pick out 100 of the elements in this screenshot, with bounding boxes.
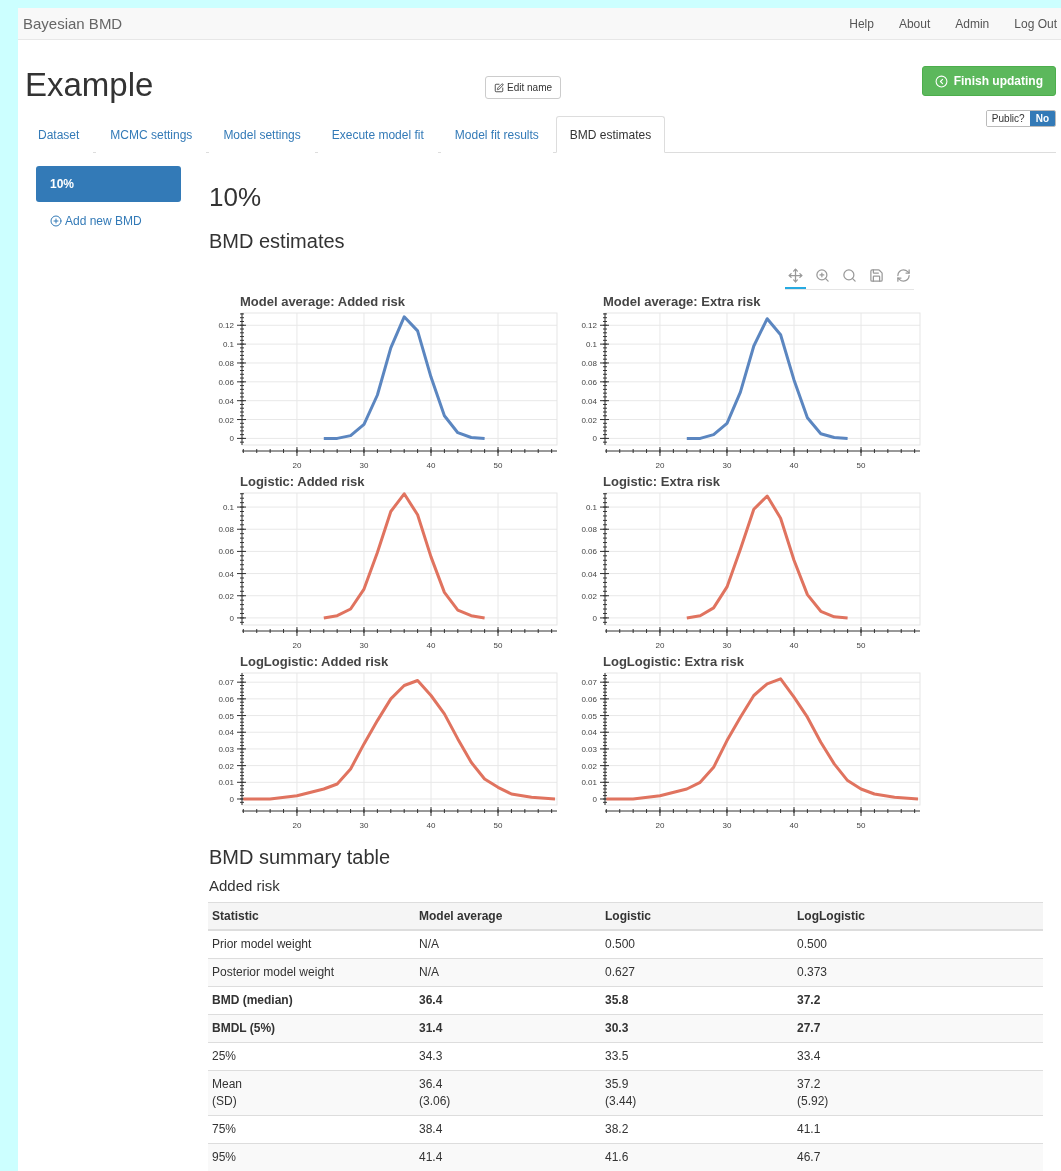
table-cell: 41.1 <box>793 1115 1043 1144</box>
chart-title: Model average: Extra risk <box>603 294 762 311</box>
tick-label: 40 <box>426 641 436 650</box>
summary-title: BMD summary table <box>209 846 392 869</box>
column-header: Statistic <box>208 902 415 930</box>
tick-label: 40 <box>426 821 436 830</box>
tick-label: 0.02 <box>218 761 234 771</box>
tick-label: 0.04 <box>581 728 597 738</box>
brand[interactable]: Bayesian BMD <box>23 15 825 32</box>
tick-label: 0.06 <box>218 377 234 387</box>
nav-link[interactable]: Admin <box>955 16 990 31</box>
add-bmd-link[interactable]: Add new BMD <box>36 214 181 228</box>
tick-label: 30 <box>359 461 369 470</box>
nav-link[interactable]: About <box>898 16 931 31</box>
chart-title: Logistic: Added risk <box>240 474 366 491</box>
tab[interactable]: BMD estimates <box>555 116 666 153</box>
table-cell: 36.4 <box>415 986 601 1015</box>
tick-label: 0.06 <box>581 377 597 387</box>
table-cell: Posterior model weight <box>208 958 415 987</box>
tick-label: 0.06 <box>581 547 597 557</box>
table-cell: 25% <box>208 1042 415 1071</box>
tick-label: 0.02 <box>581 591 597 601</box>
public-toggle[interactable]: Public? No <box>985 110 1056 127</box>
table-cell: 31.4 <box>415 1014 601 1043</box>
tick-label: 30 <box>359 821 369 830</box>
tick-label: 40 <box>789 461 799 470</box>
plus-icon <box>50 215 62 227</box>
tick-label: 0.03 <box>581 744 597 754</box>
tick-label: 0 <box>592 613 597 623</box>
page-title: Example <box>25 66 155 104</box>
tick-label: 50 <box>493 821 503 830</box>
tick-label: 30 <box>359 641 369 650</box>
tick-label: 0.01 <box>218 778 234 788</box>
nav-link[interactable]: Help <box>849 16 874 31</box>
tick-label: 30 <box>722 641 732 650</box>
tick-label: 0.06 <box>581 694 597 704</box>
tick-label: 50 <box>856 641 866 650</box>
tick-label: 50 <box>856 821 866 830</box>
tick-label: 0.02 <box>581 761 597 771</box>
sidebar-item[interactable]: 10% <box>36 166 181 202</box>
tick-label: 50 <box>493 461 503 470</box>
table-cell: BMD (median) <box>208 986 415 1015</box>
tick-label: 20 <box>655 641 665 650</box>
table-cell: 75% <box>208 1115 415 1144</box>
tick-label: 50 <box>856 461 866 470</box>
tick-label: 0.07 <box>218 678 234 688</box>
tick-label: 0 <box>229 613 234 623</box>
chevron-left-icon <box>934 74 948 88</box>
nav-link[interactable]: Log Out <box>1014 16 1057 31</box>
table-cell: BMDL (5%) <box>208 1014 415 1043</box>
table-cell: 33.5 <box>601 1042 793 1071</box>
edit-name-button[interactable]: Edit name <box>485 76 562 99</box>
table-cell: 41.4 <box>415 1143 601 1171</box>
table-cell: Mean (SD) <box>208 1070 415 1116</box>
table-cell: 33.4 <box>793 1042 1043 1071</box>
table-cell: 38.2 <box>601 1115 793 1144</box>
tick-label: 0.1 <box>585 503 597 513</box>
table-cell: 0.500 <box>601 930 793 959</box>
tick-label: 0.02 <box>218 591 234 601</box>
chart-title: Model average: Added risk <box>240 294 406 311</box>
tick-label: 0.04 <box>581 569 597 579</box>
tick-label: 0.04 <box>218 569 234 579</box>
tick-label: 0.06 <box>218 694 234 704</box>
tick-label: 0.04 <box>218 396 234 406</box>
section-heading: 10% <box>209 182 263 213</box>
table-cell: 0.627 <box>601 958 793 987</box>
chart-title: LogLogistic: Added risk <box>240 654 390 671</box>
tool-button[interactable] <box>785 267 806 289</box>
tick-label: 30 <box>722 821 732 830</box>
tick-label: 20 <box>292 461 302 470</box>
tick-label: 0.02 <box>218 415 234 425</box>
tick-label: 0.08 <box>218 525 234 535</box>
chart-title: LogLogistic: Extra risk <box>603 654 745 671</box>
section-title: BMD estimates <box>209 230 346 253</box>
column-header: LogLogistic <box>793 902 1043 930</box>
tick-label: 50 <box>493 641 503 650</box>
tick-label: 0.04 <box>218 728 234 738</box>
tick-label: 0 <box>229 434 234 444</box>
tick-label: 40 <box>789 641 799 650</box>
table-caption: Added risk <box>209 877 281 894</box>
tick-label: 40 <box>789 821 799 830</box>
chart-title: Logistic: Extra risk <box>603 474 722 491</box>
table-cell: 0.373 <box>793 958 1043 987</box>
table-cell: N/A <box>415 958 601 987</box>
tick-label: 20 <box>655 461 665 470</box>
tick-label: 20 <box>292 821 302 830</box>
zoom-icon <box>815 268 830 283</box>
table-cell: 35.9 (3.44) <box>601 1070 793 1116</box>
tick-label: 0.08 <box>218 358 234 368</box>
tick-label: 20 <box>655 821 665 830</box>
search-icon <box>842 268 857 283</box>
tick-label: 0.05 <box>581 711 597 721</box>
table-cell: 36.4 (3.06) <box>415 1070 601 1116</box>
tick-label: 0.1 <box>222 340 234 350</box>
column-header: Logistic <box>601 902 793 930</box>
table-cell: 38.4 <box>415 1115 601 1144</box>
tick-label: 0.08 <box>581 358 597 368</box>
tick-label: 0.03 <box>218 744 234 754</box>
tick-label: 0.07 <box>581 678 597 688</box>
table-cell: 35.8 <box>601 986 793 1015</box>
